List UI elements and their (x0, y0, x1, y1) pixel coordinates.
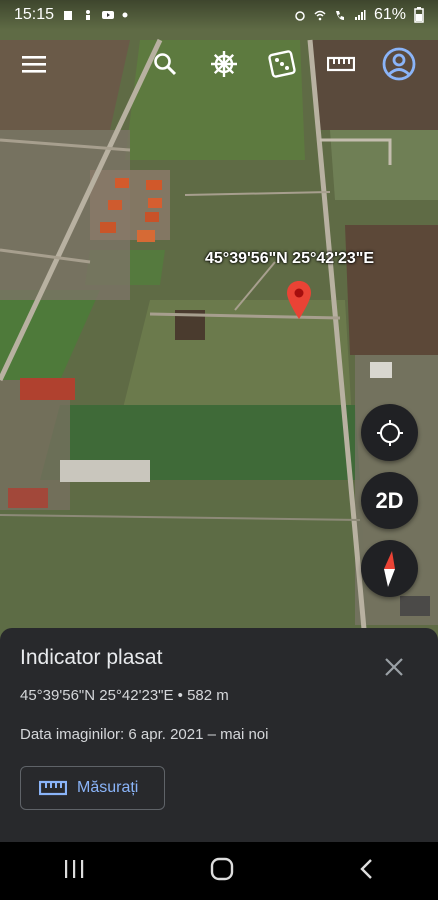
accessibility-icon (86, 10, 91, 20)
recents-icon (64, 859, 83, 878)
marker-coordinate-label: 45°39'56"N 25°42'23"E (205, 250, 375, 267)
notification-icon (64, 11, 73, 20)
youtube-icon (102, 11, 115, 19)
compass-icon (383, 550, 395, 587)
satellite-map[interactable]: 45°39'56"N 25°42'23"E 2D (0, 0, 438, 640)
battery-icon (414, 7, 424, 23)
map-pin-icon[interactable] (287, 281, 311, 319)
wifi-icon (314, 10, 326, 21)
clock: 15:15 (14, 6, 55, 23)
satellite-imagery (0, 0, 438, 640)
coordinates-elevation: 45°39'56"N 25°42'23"E • 582 m (20, 687, 229, 704)
back-icon (360, 858, 373, 879)
measure-tool-button[interactable] (321, 44, 361, 84)
dice-icon (268, 50, 296, 78)
measure-button[interactable]: Măsurați (20, 766, 165, 810)
feeling-lucky-button[interactable] (262, 44, 302, 84)
battery-percent: 61% (373, 6, 406, 23)
alarm-icon (295, 11, 305, 21)
menu-button[interactable] (14, 44, 54, 84)
ship-wheel-icon (211, 51, 237, 77)
menu-icon (22, 56, 46, 73)
account-icon (382, 47, 416, 81)
recents-button[interactable] (63, 859, 85, 884)
imagery-date: Data imaginilor: 6 apr. 2021 – mai noi (20, 726, 269, 743)
placemark-panel: Indicator plasat 45°39'56"N 25°42'23"E •… (0, 628, 438, 842)
back-button[interactable] (359, 858, 375, 885)
home-icon (210, 857, 234, 880)
home-button[interactable] (210, 857, 234, 886)
view-mode-2d-button[interactable]: 2D (361, 472, 418, 529)
panel-title: Indicator plasat (20, 646, 163, 669)
status-bar: 15:15 61% (0, 0, 438, 30)
crosshair-icon (376, 419, 403, 446)
signal-icon (354, 10, 366, 20)
top-toolbar (0, 38, 438, 90)
search-button[interactable] (145, 44, 185, 84)
account-button[interactable] (379, 44, 419, 84)
compass-button[interactable] (361, 540, 418, 597)
voyager-button[interactable] (204, 44, 244, 84)
system-nav-bar (0, 842, 438, 900)
ruler-icon (39, 780, 67, 796)
close-icon (385, 658, 403, 676)
my-location-button[interactable] (361, 404, 418, 461)
call-icon (335, 11, 344, 20)
close-button[interactable] (381, 654, 407, 680)
search-icon (154, 53, 177, 76)
measure-button-label: Măsurați (77, 779, 139, 796)
dot-icon (122, 12, 128, 18)
ruler-icon (327, 56, 355, 72)
